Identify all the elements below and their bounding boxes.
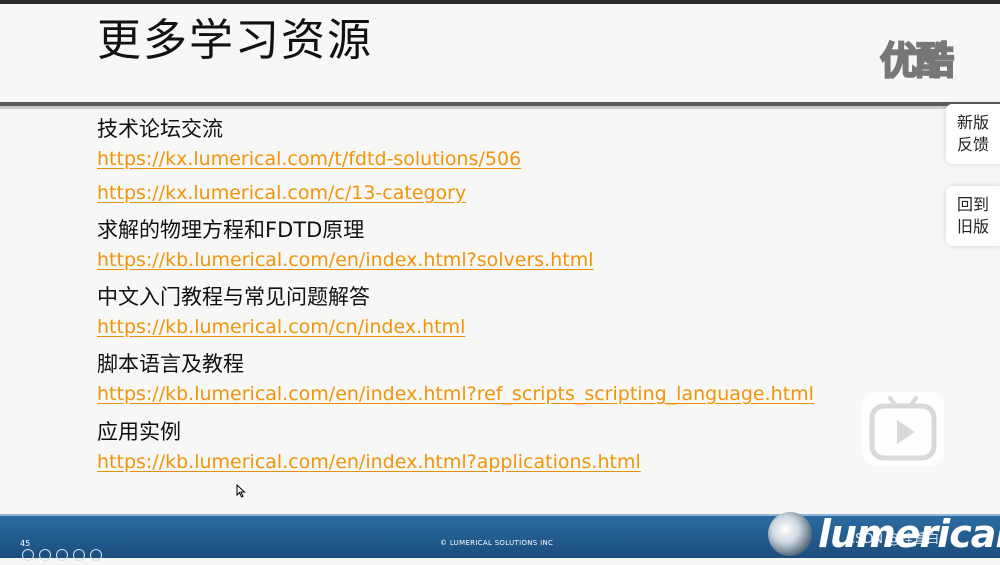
slide-tools xyxy=(22,546,107,565)
feedback-label-1: 新版 xyxy=(956,113,989,132)
old-version-label-1: 回到 xyxy=(956,195,989,214)
youku-watermark: 优酷 xyxy=(879,38,955,84)
slide: 更多学习资源 优酷 技术论坛交流 https://kx.lumerical.co… xyxy=(0,0,1000,561)
play-button[interactable] xyxy=(862,392,944,466)
link-forum-category[interactable]: https://kx.lumerical.com/c/13-category xyxy=(97,182,466,204)
title-divider-light xyxy=(0,106,1000,109)
tool-view-icon[interactable] xyxy=(56,549,68,561)
heading-solvers: 求解的物理方程和FDTD原理 xyxy=(97,218,365,242)
tool-zoom-icon[interactable] xyxy=(73,549,85,561)
heading-applications: 应用实例 xyxy=(97,420,181,444)
feedback-button[interactable]: 新版 反馈 xyxy=(946,104,1000,164)
tool-pen-icon[interactable] xyxy=(39,549,51,561)
heading-script: 脚本语言及教程 xyxy=(97,352,244,376)
tool-more-icon[interactable] xyxy=(90,549,102,561)
link-chinese-tutorial[interactable]: https://kb.lumerical.com/cn/index.html xyxy=(97,316,465,338)
cursor-icon xyxy=(236,484,246,498)
slide-title: 更多学习资源 xyxy=(97,15,373,66)
old-version-label-2: 旧版 xyxy=(956,217,989,236)
heading-chinese-tutorial: 中文入门教程与常见问题解答 xyxy=(97,285,370,309)
copyright-text: © LUMERICAL SOLUTIONS INC xyxy=(440,539,554,547)
link-forum-fdtd[interactable]: https://kx.lumerical.com/t/fdtd-solution… xyxy=(97,148,521,170)
tool-prev-icon[interactable] xyxy=(22,549,34,561)
link-script[interactable]: https://kb.lumerical.com/en/index.html?r… xyxy=(97,383,814,405)
play-icon xyxy=(869,396,937,461)
csdn-watermark: CSDN @梓萱白 xyxy=(846,532,940,547)
link-solvers[interactable]: https://kb.lumerical.com/en/index.html?s… xyxy=(97,249,594,271)
lumerical-logo-icon xyxy=(768,512,812,556)
link-applications[interactable]: https://kb.lumerical.com/en/index.html?a… xyxy=(97,451,641,473)
heading-forum: 技术论坛交流 xyxy=(97,117,223,141)
feedback-label-2: 反馈 xyxy=(956,135,989,154)
old-version-button[interactable]: 回到 旧版 xyxy=(946,186,1000,246)
